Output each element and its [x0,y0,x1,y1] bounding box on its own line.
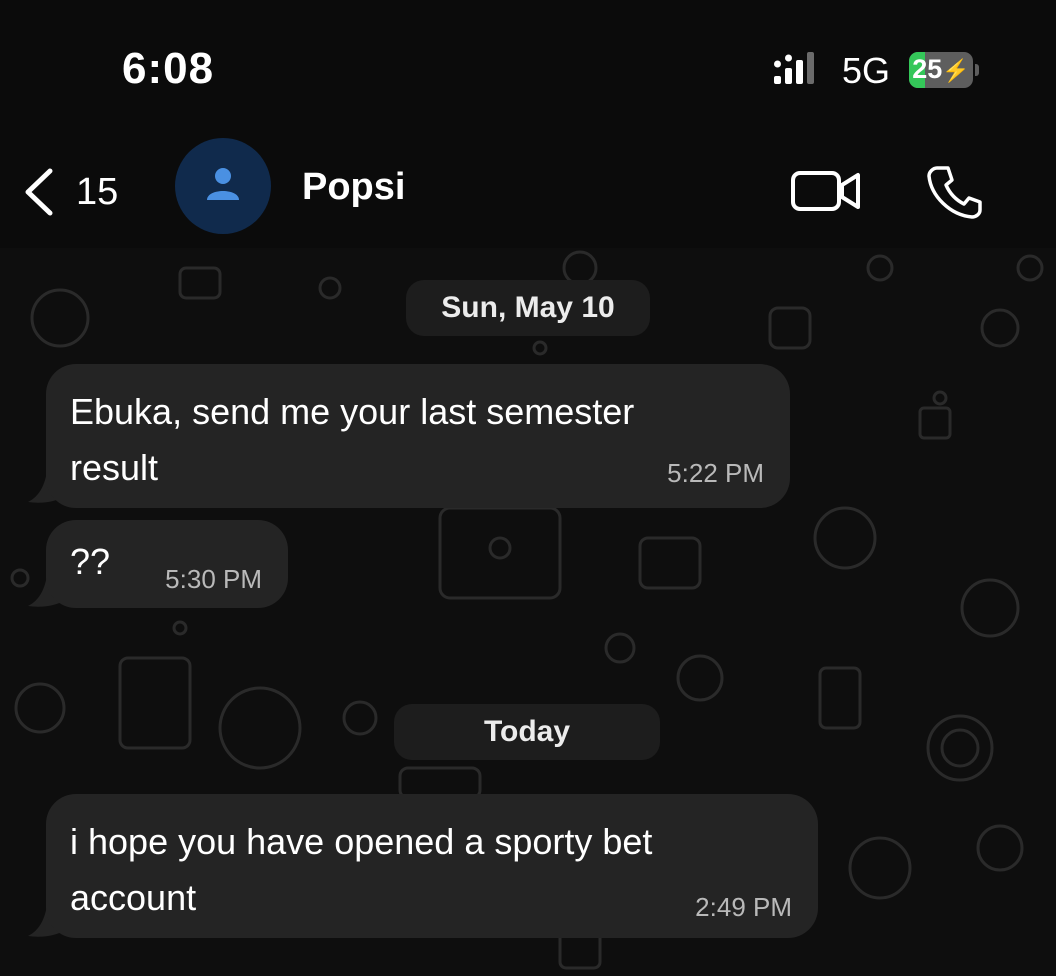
chat-header: 15 Popsi [0,138,1056,248]
message-time: 5:22 PM [667,458,764,488]
charging-bolt-icon: ⚡ [942,58,970,83]
back-button[interactable]: 15 [20,162,118,222]
message-time: 2:49 PM [695,892,792,922]
person-icon [207,168,239,200]
date-separator: Sun, May 10 [406,280,650,336]
message-text: Ebuka, send me your last semester result [70,391,635,488]
video-call-icon[interactable] [790,168,862,214]
chevron-left-icon [25,168,53,216]
status-bar: 6:08 5G 25⚡ [0,0,1056,138]
network-type: 5G [842,50,891,91]
message-bubble[interactable]: ?? 5:30 PM [46,520,288,608]
message-text: ?? [70,541,111,582]
message-bubble[interactable]: Ebuka, send me your last semester result… [46,364,790,508]
status-time: 6:08 [122,44,215,93]
unread-count: 15 [76,170,119,213]
message-time: 5:30 PM [165,564,262,594]
battery-level-text: 25⚡ [912,54,970,84]
battery-icon: 25⚡ [909,52,979,88]
message-text: i hope you have opened a sporty bet acco… [70,821,653,918]
cellular-signal-icon [774,52,814,84]
chat-area: Sun, May 10 Ebuka, send me your last sem… [0,248,1056,976]
date-separator: Today [394,704,660,760]
contact-name[interactable]: Popsi [302,166,405,209]
avatar[interactable] [175,138,271,234]
phone-icon[interactable] [926,164,982,220]
message-bubble[interactable]: i hope you have opened a sporty bet acco… [46,794,818,938]
